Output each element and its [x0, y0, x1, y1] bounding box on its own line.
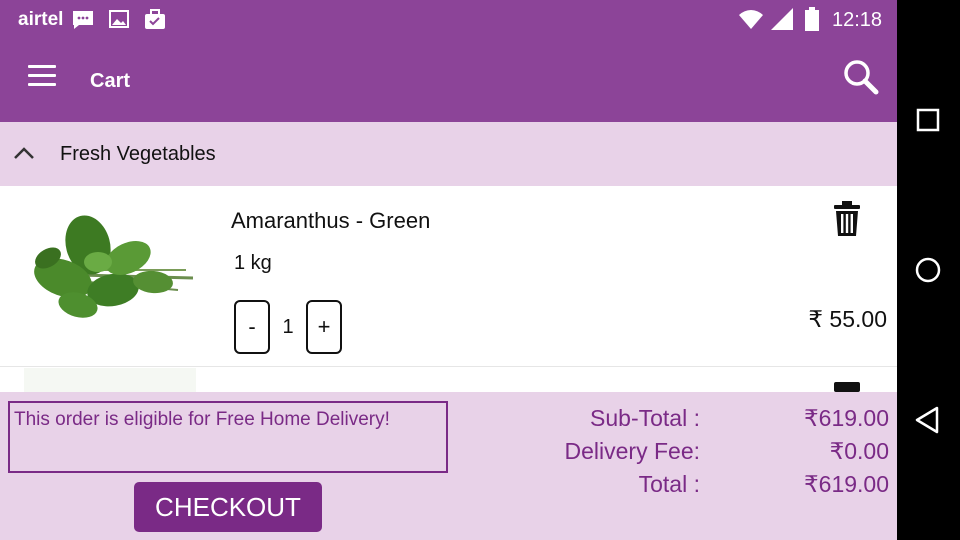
- product-image-partial: [24, 368, 196, 392]
- subtotal-value: ₹619.00: [804, 405, 889, 431]
- battery-icon: [804, 6, 820, 37]
- wifi-icon: [738, 6, 764, 37]
- cart-item: Amaranthus - Green 1 kg - 1 + ₹ 55.00: [0, 186, 897, 367]
- subtotal-label: Sub-Total :: [590, 405, 700, 431]
- product-name: Amaranthus - Green: [231, 208, 431, 233]
- total-value: ₹619.00: [804, 471, 889, 497]
- product-unit: 1 kg: [234, 252, 272, 274]
- recents-square-icon[interactable]: [911, 103, 945, 137]
- delete-icon[interactable]: [832, 200, 862, 238]
- increase-quantity-button[interactable]: +: [306, 300, 342, 354]
- quantity-value: 1: [282, 316, 294, 338]
- total-label: Total :: [638, 471, 700, 497]
- delivery-fee-value: ₹0.00: [829, 438, 889, 464]
- product-image: [18, 200, 198, 335]
- briefcase-icon: [143, 8, 167, 37]
- image-icon: [108, 8, 130, 35]
- order-summary-panel: This order is eligible for Free Home Del…: [0, 392, 897, 540]
- hamburger-menu-icon[interactable]: [20, 58, 64, 94]
- home-circle-icon[interactable]: [911, 253, 945, 287]
- clock: 12:18: [832, 9, 883, 31]
- app-bar: Cart: [0, 40, 897, 122]
- chevron-up-icon: [12, 144, 36, 169]
- signal-icon: [770, 6, 794, 37]
- status-bar: airtel 12:18: [0, 0, 897, 40]
- category-name: Fresh Vegetables: [60, 143, 216, 165]
- category-header[interactable]: Fresh Vegetables: [0, 122, 897, 186]
- system-navigation-bar: [897, 0, 960, 540]
- app-screen: airtel 12:18 Cart Fresh Vegetables Amara…: [0, 0, 897, 540]
- product-price: ₹ 55.00: [808, 306, 887, 332]
- delivery-fee-label: Delivery Fee:: [564, 438, 700, 464]
- checkout-button[interactable]: CHECKOUT: [134, 482, 322, 532]
- decrease-quantity-button[interactable]: -: [234, 300, 270, 354]
- free-delivery-notice: This order is eligible for Free Home Del…: [8, 401, 448, 473]
- delete-icon-partial: [834, 382, 860, 392]
- back-triangle-icon[interactable]: [911, 403, 945, 437]
- carrier-name: airtel: [18, 9, 64, 30]
- message-icon: [71, 8, 95, 37]
- search-icon[interactable]: [838, 54, 884, 100]
- page-title: Cart: [90, 70, 131, 92]
